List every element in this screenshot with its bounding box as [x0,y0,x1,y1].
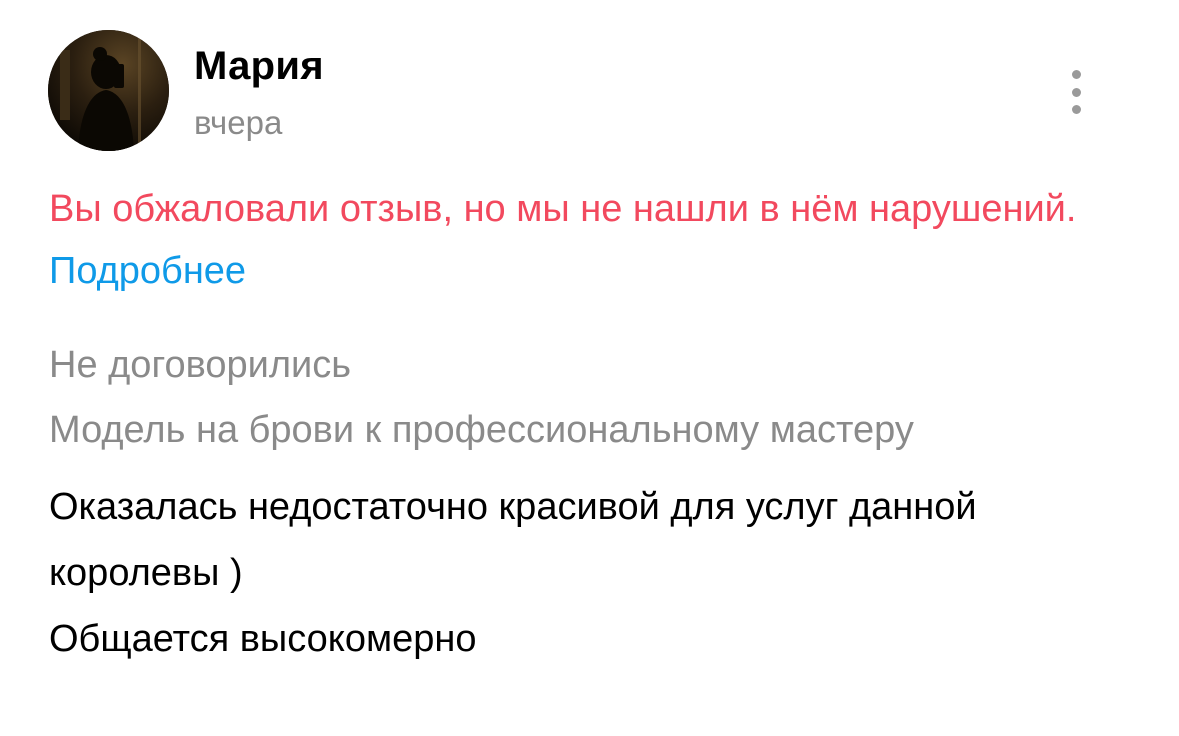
menu-dot [1071,70,1081,79]
avatar-photo [48,30,169,151]
review-text-line: Оказалась недостаточно красивой для услу… [49,486,977,594]
review-text: Оказалась недостаточно красивой для услу… [49,474,1129,672]
review-text-line: Общается высокомерно [49,618,477,660]
appeal-rejected-notice: Вы обжаловали отзыв, но мы не нашли в нё… [49,178,1129,302]
author-avatar[interactable] [48,30,169,151]
review-card: Мария вчера Вы обжаловали отзыв, но мы н… [0,0,1179,736]
menu-dot [1071,105,1081,114]
review-date: вчера [194,104,283,141]
deal-status: Не договорились [49,344,352,386]
menu-dot [1071,87,1081,97]
service-name: Модель на брови к профессиональному маст… [49,409,914,451]
details-link[interactable]: Подробнее [49,250,246,292]
more-vertical-icon[interactable] [1058,68,1094,116]
author-name[interactable]: Мария [194,41,324,91]
appeal-message: Вы обжаловали отзыв, но мы не нашли в нё… [49,188,1077,230]
